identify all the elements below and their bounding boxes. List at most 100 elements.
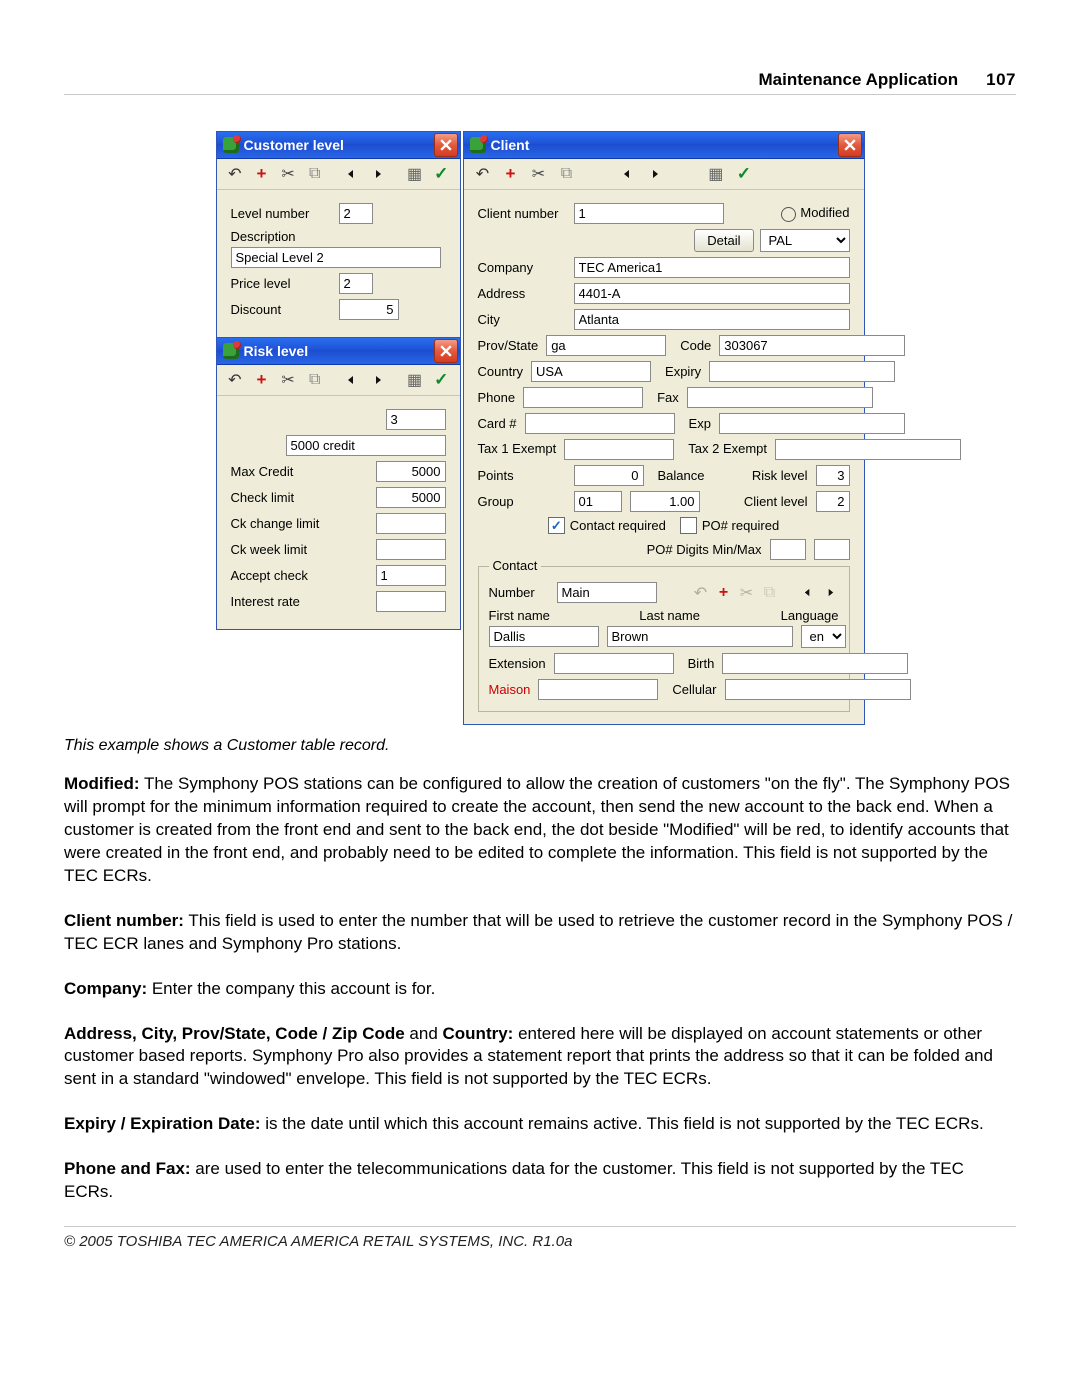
- ck-change-label: Ck change limit: [231, 516, 341, 531]
- copy-icon[interactable]: ⧉: [762, 585, 778, 601]
- notes-icon[interactable]: ▦: [707, 165, 725, 183]
- expiry-field[interactable]: [709, 361, 895, 382]
- po-digits-label: PO# Digits Min/Max: [647, 542, 762, 557]
- birth-label: Birth: [688, 656, 715, 671]
- ck-week-field[interactable]: [376, 539, 446, 560]
- extension-label: Extension: [489, 656, 546, 671]
- cellular-field[interactable]: [725, 679, 911, 700]
- notes-icon[interactable]: ▦: [406, 371, 423, 389]
- card-field[interactable]: [525, 413, 675, 434]
- detail-button[interactable]: Detail: [694, 229, 753, 252]
- max-credit-field[interactable]: [376, 461, 446, 482]
- po-required-checkbox[interactable]: [680, 517, 697, 534]
- code-field[interactable]: [719, 335, 905, 356]
- prev-icon[interactable]: [618, 165, 636, 183]
- maison-field[interactable]: [538, 679, 658, 700]
- undo-icon[interactable]: ↶: [693, 585, 709, 601]
- contact-required-label: Contact required: [570, 518, 666, 533]
- next-icon[interactable]: [370, 165, 387, 183]
- client-level-field[interactable]: [816, 491, 850, 512]
- cut-icon[interactable]: ✂: [280, 371, 297, 389]
- cut-icon[interactable]: ✂: [280, 165, 297, 183]
- phone-field[interactable]: [523, 387, 643, 408]
- points-field[interactable]: [574, 465, 644, 486]
- paragraph-address: Address, City, Prov/State, Code / Zip Co…: [64, 1023, 1016, 1092]
- city-field[interactable]: [574, 309, 850, 330]
- app-icon: [470, 137, 486, 153]
- prev-icon[interactable]: [343, 165, 360, 183]
- accept-check-field[interactable]: [376, 565, 446, 586]
- contact-required-checkbox[interactable]: [548, 517, 565, 534]
- screenshot-figure: Customer level ↶ + ✂ ⧉ ▦ ✓: [64, 131, 1016, 725]
- undo-icon[interactable]: ↶: [474, 165, 492, 183]
- undo-icon[interactable]: ↶: [227, 371, 244, 389]
- fax-field[interactable]: [687, 387, 873, 408]
- card-label: Card #: [478, 416, 517, 431]
- prev-icon[interactable]: [800, 585, 816, 601]
- pal-select[interactable]: PAL: [760, 229, 850, 252]
- app-icon: [223, 343, 239, 359]
- exp-field[interactable]: [719, 413, 905, 434]
- language-select[interactable]: en: [801, 625, 846, 648]
- close-icon[interactable]: [434, 133, 458, 157]
- expiry-label: Expiry: [665, 364, 701, 379]
- copy-icon[interactable]: ⧉: [306, 165, 323, 183]
- ck-change-field[interactable]: [376, 513, 446, 534]
- po-max-field[interactable]: [814, 539, 850, 560]
- next-icon[interactable]: [646, 165, 664, 183]
- close-icon[interactable]: [838, 133, 862, 157]
- description-field[interactable]: [231, 247, 441, 268]
- footer: © 2005 TOSHIBA TEC AMERICA AMERICA RETAI…: [64, 1226, 1016, 1250]
- check-limit-field[interactable]: [376, 487, 446, 508]
- toolbar: ↶ + ✂ ⧉ ▦ ✓: [217, 365, 460, 396]
- copy-icon[interactable]: ⧉: [306, 371, 323, 389]
- cut-icon[interactable]: ✂: [739, 585, 755, 601]
- tax1-field[interactable]: [564, 439, 674, 460]
- last-name-field[interactable]: [607, 626, 793, 647]
- discount-field[interactable]: [339, 299, 399, 320]
- toolbar: ↶ + ✂ ⧉ ▦ ✓: [217, 159, 460, 190]
- next-icon[interactable]: [823, 585, 839, 601]
- risk-desc-field[interactable]: [286, 435, 446, 456]
- company-field[interactable]: [574, 257, 850, 278]
- group-field[interactable]: [574, 491, 622, 512]
- tax2-field[interactable]: [775, 439, 961, 460]
- add-icon[interactable]: +: [253, 371, 270, 389]
- notes-icon[interactable]: ▦: [406, 165, 423, 183]
- group-rate-field[interactable]: [630, 491, 700, 512]
- prev-icon[interactable]: [343, 371, 360, 389]
- client-window: Client ↶ + ✂ ⧉ ▦ ✓ Cli: [463, 131, 865, 725]
- add-icon[interactable]: +: [253, 165, 270, 183]
- group-label: Group: [478, 494, 566, 509]
- cut-icon[interactable]: ✂: [530, 165, 548, 183]
- level-number-field[interactable]: [339, 203, 373, 224]
- prov-field[interactable]: [546, 335, 666, 356]
- apply-icon[interactable]: ✓: [433, 371, 450, 389]
- country-field[interactable]: [531, 361, 651, 382]
- check-limit-label: Check limit: [231, 490, 341, 505]
- po-min-field[interactable]: [770, 539, 806, 560]
- copy-icon[interactable]: ⧉: [558, 165, 576, 183]
- add-icon[interactable]: +: [502, 165, 520, 183]
- extension-field[interactable]: [554, 653, 674, 674]
- address-field[interactable]: [574, 283, 850, 304]
- client-title: Client: [491, 137, 530, 153]
- add-icon[interactable]: +: [716, 585, 732, 601]
- address-label: Address: [478, 286, 566, 301]
- contact-number-field[interactable]: [557, 582, 657, 603]
- birth-field[interactable]: [722, 653, 908, 674]
- client-number-field[interactable]: [574, 203, 724, 224]
- risk-index-field[interactable]: [386, 409, 446, 430]
- paragraph-modified: Modified: The Symphony POS stations can …: [64, 773, 1016, 888]
- price-level-field[interactable]: [339, 273, 373, 294]
- undo-icon[interactable]: ↶: [227, 165, 244, 183]
- next-icon[interactable]: [370, 371, 387, 389]
- apply-icon[interactable]: ✓: [433, 165, 450, 183]
- first-name-field[interactable]: [489, 626, 599, 647]
- risk-level-title: Risk level: [244, 343, 309, 359]
- figure-caption: This example shows a Customer table reco…: [64, 737, 1016, 755]
- risk-level-field[interactable]: [816, 465, 850, 486]
- interest-rate-field[interactable]: [376, 591, 446, 612]
- apply-icon[interactable]: ✓: [735, 165, 753, 183]
- close-icon[interactable]: [434, 339, 458, 363]
